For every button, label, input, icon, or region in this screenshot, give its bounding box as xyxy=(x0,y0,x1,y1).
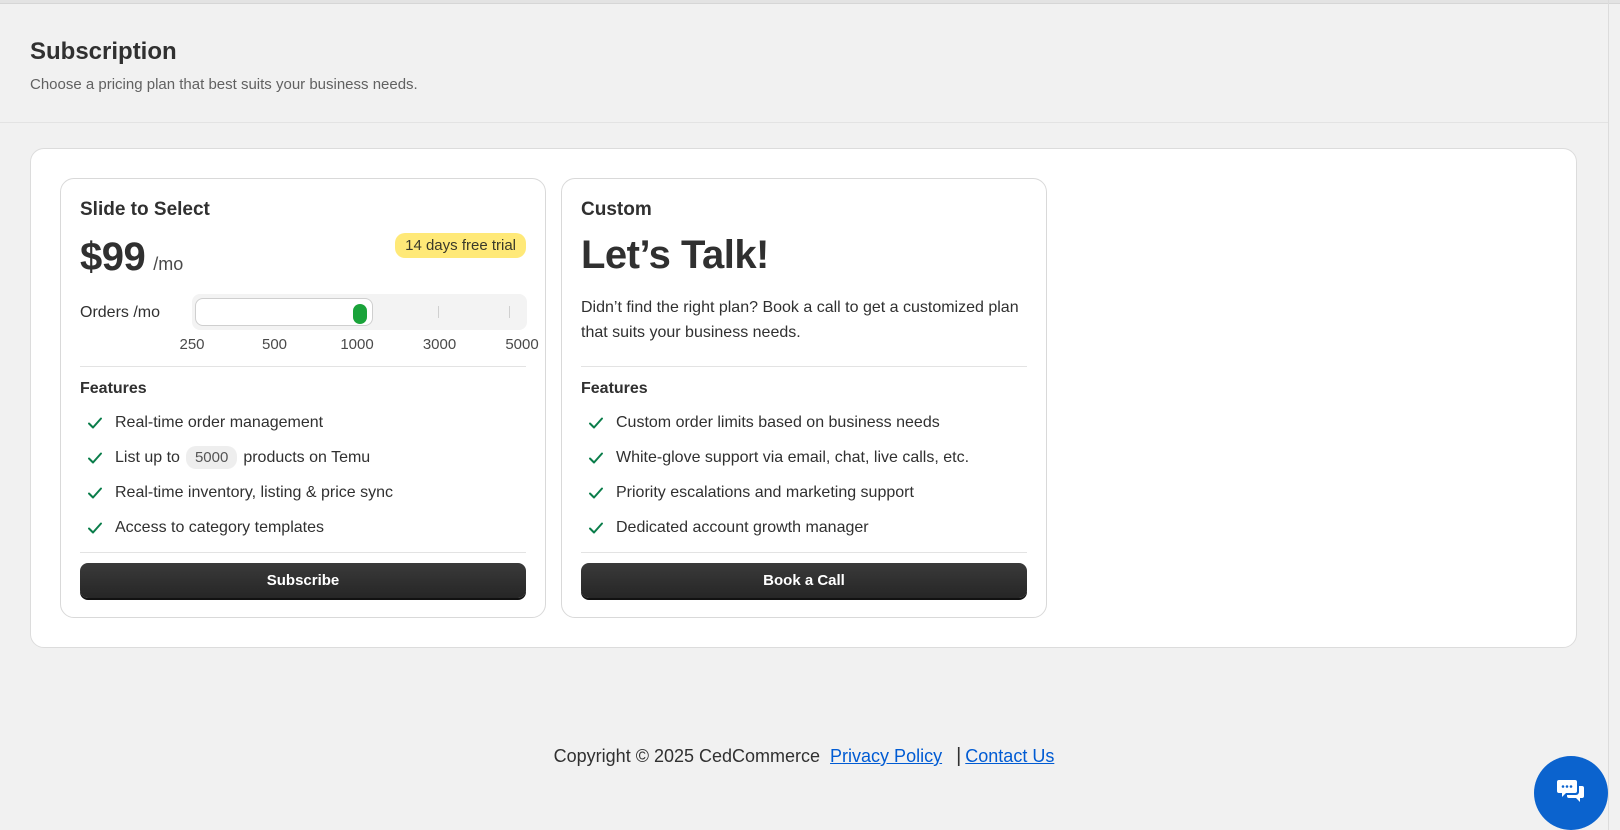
feature-item: White-glove support via email, chat, liv… xyxy=(581,440,1027,475)
feature-item: Priority escalations and marketing suppo… xyxy=(581,475,1027,510)
slider-tick xyxy=(509,306,510,318)
check-icon xyxy=(83,411,107,435)
orders-slider[interactable] xyxy=(192,294,527,330)
feature-item: Dedicated account growth manager xyxy=(581,510,1027,545)
custom-headline: Let’s Talk! xyxy=(581,233,769,277)
orders-label: Orders /mo xyxy=(80,304,161,321)
feature-text: Real-time inventory, listing & price syn… xyxy=(115,483,394,501)
feature-list: Custom order limits based on business ne… xyxy=(581,405,1027,545)
book-a-call-button[interactable]: Book a Call xyxy=(581,563,1027,598)
page-header: Subscription Choose a pricing plan that … xyxy=(30,38,418,93)
feature-text-suffix: products on Temu xyxy=(243,448,371,466)
custom-description: Didn’t find the right plan? Book a call … xyxy=(581,299,1019,341)
slider-tick-label: 500 xyxy=(261,336,288,353)
privacy-policy-link[interactable]: Privacy Policy xyxy=(830,746,942,767)
check-icon xyxy=(584,411,608,435)
chat-icon xyxy=(1556,778,1586,809)
page-subtitle: Choose a pricing plan that best suits yo… xyxy=(30,76,418,93)
contact-us-link[interactable]: Contact Us xyxy=(965,746,1054,767)
slider-tick-labels: 250 500 1000 3000 5000 xyxy=(179,336,538,356)
check-icon xyxy=(584,481,608,505)
product-count-pill: 5000 xyxy=(185,446,238,469)
plan-name: Custom xyxy=(581,199,652,220)
feature-item: List up to 5000 products on Temu xyxy=(80,440,526,475)
check-icon xyxy=(584,516,608,540)
feature-text: Access to category templates xyxy=(115,518,324,536)
check-icon xyxy=(584,446,608,470)
top-border xyxy=(0,0,1620,4)
plan-card-slide-to-select: Slide to Select $99 /mo 14 days free tri… xyxy=(60,178,546,618)
feature-item: Real-time inventory, listing & price syn… xyxy=(80,475,526,510)
price-row: $99 /mo xyxy=(80,235,183,280)
footer: Copyright © 2025 CedCommerce Privacy Pol… xyxy=(0,745,1608,768)
slider-fill xyxy=(195,298,373,326)
feature-text: Custom order limits based on business ne… xyxy=(616,413,940,431)
slider-tick-label: 250 xyxy=(179,336,205,353)
chat-button[interactable] xyxy=(1534,756,1608,830)
feature-item: Access to category templates xyxy=(80,510,526,545)
slider-tick-label: 5000 xyxy=(505,336,539,353)
slider-tick xyxy=(438,306,440,318)
feature-text: Priority escalations and marketing suppo… xyxy=(616,483,914,501)
divider xyxy=(80,552,526,553)
check-icon xyxy=(83,446,107,470)
header-divider xyxy=(0,122,1608,123)
check-icon xyxy=(83,516,107,540)
features-title: Features xyxy=(80,380,147,397)
feature-item: Custom order limits based on business ne… xyxy=(581,405,1027,440)
feature-item: Real-time order management xyxy=(80,405,526,440)
copyright-text: Copyright © 2025 CedCommerce xyxy=(553,746,821,766)
trial-badge: 14 days free trial xyxy=(395,233,526,258)
plans-container: Slide to Select $99 /mo 14 days free tri… xyxy=(30,148,1577,648)
price-period: /mo xyxy=(153,254,184,274)
footer-separator: | xyxy=(956,745,962,767)
subscribe-button[interactable]: Subscribe xyxy=(80,563,526,598)
plan-price: $99 xyxy=(80,235,146,279)
divider xyxy=(581,366,1027,367)
divider xyxy=(581,552,1027,553)
slider-tick-label: 3000 xyxy=(422,336,457,353)
feature-text: Real-time order management xyxy=(115,413,324,431)
feature-text: Dedicated account growth manager xyxy=(616,518,869,536)
plan-card-custom: Custom Let’s Talk! Didn’t find the right… xyxy=(561,178,1047,618)
feature-text-prefix: List up to xyxy=(115,448,180,466)
feature-list: Real-time order management List up to 50… xyxy=(80,405,526,545)
feature-text: White-glove support via email, chat, liv… xyxy=(616,448,970,466)
divider xyxy=(80,366,526,367)
right-border xyxy=(1608,0,1609,830)
slider-tick-label: 1000 xyxy=(340,336,374,353)
page-title: Subscription xyxy=(30,38,177,65)
slider-thumb[interactable] xyxy=(352,304,367,324)
plan-name: Slide to Select xyxy=(80,199,210,220)
check-icon xyxy=(83,481,107,505)
features-title: Features xyxy=(581,380,648,397)
